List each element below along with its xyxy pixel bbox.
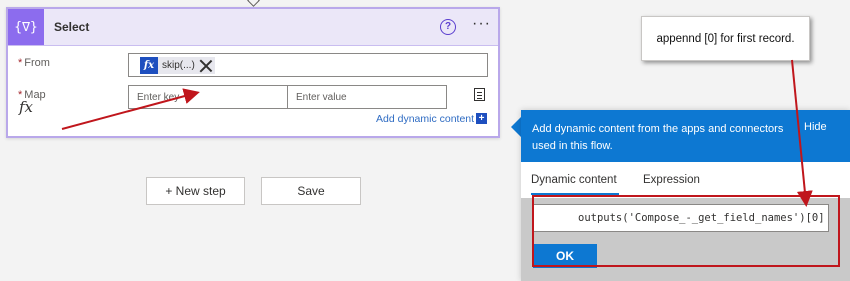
token-text: skip(...): [162, 60, 195, 71]
map-value-input[interactable]: [288, 86, 446, 108]
map-key-input[interactable]: [129, 86, 287, 108]
fx-icon: fx: [19, 98, 34, 116]
from-label-text: From: [24, 57, 50, 69]
card-title[interactable]: Select: [54, 20, 89, 34]
select-action-card: {∇} Select ? ··· * From fx skip(...) * Map…: [6, 7, 500, 138]
remove-token-icon[interactable]: [199, 59, 213, 73]
panel-header-text: Add dynamic content from the apps and co…: [532, 123, 784, 152]
save-button[interactable]: Save: [261, 177, 361, 205]
map-value-input-wrap[interactable]: [287, 85, 447, 109]
help-icon[interactable]: ?: [440, 19, 456, 35]
add-dynamic-content-icon[interactable]: +: [476, 113, 487, 124]
select-action-icon: {∇}: [8, 9, 44, 45]
more-options-icon[interactable]: ···: [472, 15, 491, 33]
hide-button[interactable]: Hide: [804, 121, 827, 133]
card-header[interactable]: {∇} Select ? ···: [8, 9, 498, 46]
annotation-callout: appennd [0] for first record.: [641, 16, 810, 61]
new-step-button[interactable]: + New step: [146, 177, 245, 205]
add-dynamic-content-link[interactable]: Add dynamic content: [376, 113, 474, 125]
panel-header: Add dynamic content from the apps and co…: [521, 110, 850, 162]
fx-icon: fx: [140, 57, 158, 74]
panel-caret: [511, 117, 521, 137]
switch-to-text-mode-icon[interactable]: [474, 88, 485, 101]
from-token[interactable]: fx skip(...): [140, 57, 215, 74]
annotation-highlight-box: [532, 195, 840, 267]
from-field[interactable]: fx skip(...): [128, 53, 488, 77]
flow-connector-insert[interactable]: [247, 0, 260, 7]
map-key-input-wrap[interactable]: [128, 85, 288, 109]
from-label: * From: [18, 57, 50, 69]
tab-dynamic-content[interactable]: Dynamic content: [531, 174, 617, 186]
tab-expression[interactable]: Expression: [643, 174, 700, 186]
required-marker: *: [18, 57, 23, 69]
